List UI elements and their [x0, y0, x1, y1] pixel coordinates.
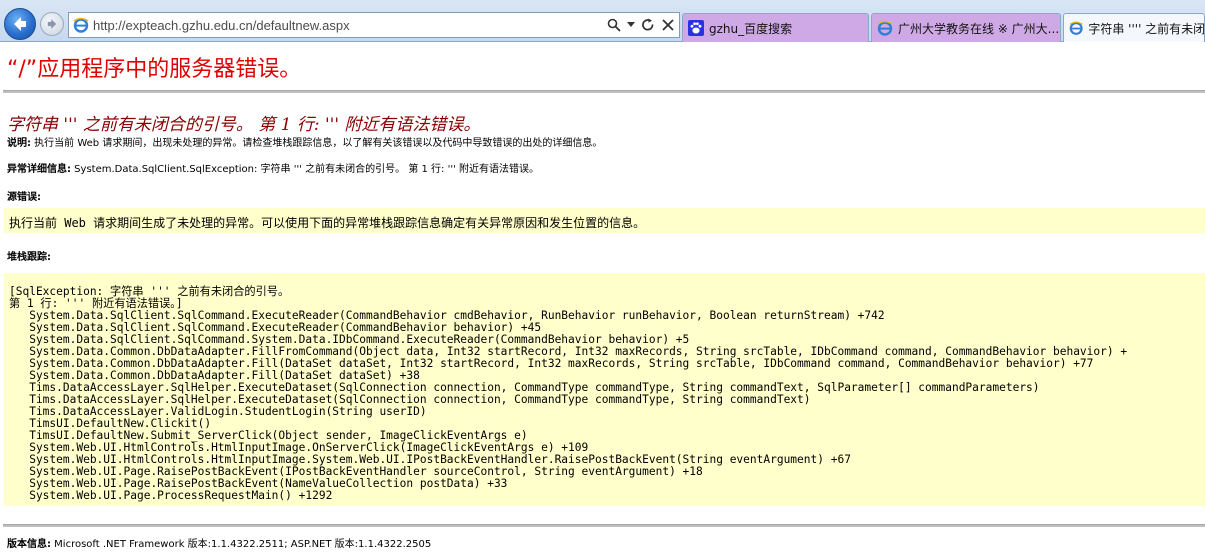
version-info-line: 版本信息: Microsoft .NET Framework 版本:1.1.43… [7, 535, 431, 550]
forward-button[interactable] [40, 12, 64, 36]
description-line: 说明: 执行当前 Web 请求期间，出现未处理的异常。请检查堆栈跟踪信息，以了解… [7, 134, 602, 149]
ie-page-icon [877, 20, 893, 36]
source-error-box: 执行当前 Web 请求期间生成了未处理的异常。可以使用下面的异常堆栈跟踪信息确定… [4, 208, 1205, 233]
close-icon[interactable] [661, 18, 675, 32]
back-arrow-icon [14, 17, 26, 31]
divider [3, 524, 1205, 527]
tab-label: 字符串 '''' 之前有未闭合 [1088, 21, 1204, 36]
ie-page-icon [73, 17, 89, 33]
forward-arrow-icon [47, 19, 57, 29]
tab-current-error[interactable]: 字符串 '''' 之前有未闭合 [1063, 13, 1205, 42]
tab-label: 广州大学教务在线 ※ 广州大... [898, 21, 1060, 36]
stack-trace-label: 堆栈跟踪: [7, 248, 51, 263]
tab-baidu-search[interactable]: gzhu_百度搜索 [682, 13, 869, 42]
address-tools [607, 16, 675, 34]
error-heading: 字符串 ''' 之前有未闭合的引号。 第 1 行: ''' 附近有语法错误。 [7, 115, 481, 135]
tab-label: gzhu_百度搜索 [709, 21, 793, 36]
back-button[interactable] [4, 8, 36, 40]
chevron-down-icon[interactable] [627, 22, 635, 28]
stack-trace-list: [SqlException: 字符串 ''' 之前有未闭合的引号。第 1 行: … [9, 286, 1127, 502]
exception-details-line: 异常详细信息: System.Data.SqlClient.SqlExcepti… [7, 160, 539, 175]
stack-trace-line: System.Web.UI.Page.ProcessRequestMain() … [9, 489, 333, 502]
ie-page-icon [1069, 21, 1083, 35]
divider [3, 90, 1205, 93]
version-text: Microsoft .NET Framework 版本:1.1.4322.251… [51, 539, 432, 550]
baidu-paw-icon [688, 20, 704, 36]
source-error-label-text: 源错误: [7, 192, 41, 203]
browser-chrome: http://expteach.gzhu.edu.cn/defaultnew.a… [0, 0, 1205, 42]
description-text: 执行当前 Web 请求期间，出现未处理的异常。请检查堆栈跟踪信息，以了解有关该错… [31, 138, 603, 149]
source-error-text: 执行当前 Web 请求期间生成了未处理的异常。可以使用下面的异常堆栈跟踪信息确定… [9, 216, 646, 230]
version-label: 版本信息: [7, 539, 51, 550]
stack-trace-label-text: 堆栈跟踪: [7, 252, 51, 263]
page-title: “/”应用程序中的服务器错误。 [7, 57, 302, 82]
page-content: “/”应用程序中的服务器错误。 字符串 ''' 之前有未闭合的引号。 第 1 行… [0, 42, 1205, 555]
address-url: http://expteach.gzhu.edu.cn/defaultnew.a… [93, 18, 350, 33]
stack-trace-box: [SqlException: 字符串 ''' 之前有未闭合的引号。第 1 行: … [4, 273, 1205, 506]
exception-label: 异常详细信息: [7, 164, 71, 175]
address-bar[interactable]: http://expteach.gzhu.edu.cn/defaultnew.a… [68, 12, 680, 38]
tab-gzhu-jiaowu[interactable]: 广州大学教务在线 ※ 广州大... [871, 13, 1061, 42]
source-error-label: 源错误: [7, 188, 41, 203]
description-label: 说明: [7, 138, 31, 149]
search-icon[interactable] [607, 18, 621, 32]
refresh-icon[interactable] [641, 18, 655, 32]
exception-text: System.Data.SqlClient.SqlException: 字符串 … [71, 164, 540, 175]
